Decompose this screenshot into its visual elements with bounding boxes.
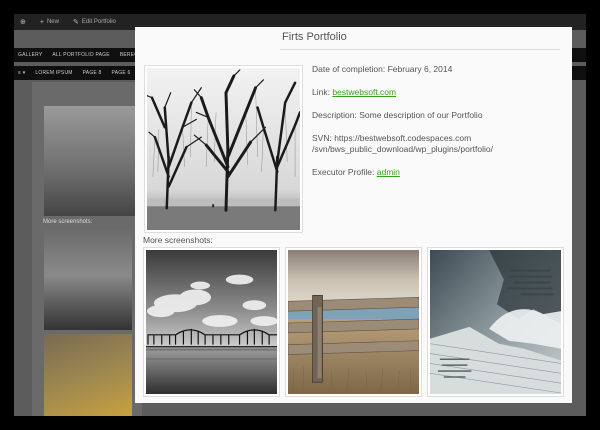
edit-portfolio-button[interactable]: ✎ Edit Portfolio: [73, 18, 116, 26]
screenshot-thumb-fence[interactable]: [285, 247, 422, 397]
portfolio-main-image[interactable]: [144, 65, 303, 233]
portfolio-description: Description: Some description of our Por…: [312, 110, 483, 120]
portfolio-details: Date of completion: February 6, 2014 Lin…: [312, 64, 562, 190]
screenshots-label: More screenshots:: [143, 235, 213, 245]
nav-item[interactable]: LOREM IPSUM: [35, 70, 72, 76]
screenshot-thumb-bridge[interactable]: [143, 247, 280, 397]
portfolio-lightbox: Firts Portfolio Date of completion: Febr…: [135, 27, 572, 403]
svn-info: SVN: https://bestwebsoft.codespaces.com /…: [312, 133, 493, 154]
edit-icon: ✎: [72, 19, 79, 26]
portfolio-link-row: Link: bestwebsoft.com: [312, 87, 397, 97]
nav-item[interactable]: GALLERY: [18, 52, 42, 58]
nav-toggle[interactable]: ≡ ▾: [18, 70, 25, 76]
executor-link[interactable]: admin: [377, 167, 400, 177]
admin-menu-icon[interactable]: ⊕: [20, 18, 26, 26]
nav-item[interactable]: PAGE 8: [83, 70, 102, 76]
completion-date: Date of completion: February 6, 2014: [312, 64, 453, 74]
plus-icon: +: [39, 18, 44, 26]
new-button[interactable]: + New: [40, 19, 59, 26]
background-screenshots-label: More screenshots:: [43, 219, 93, 225]
title-divider: [280, 49, 560, 50]
executor-row: Executor Profile: admin: [312, 167, 400, 177]
background-screenshot-thumb: [44, 230, 132, 330]
nav-item[interactable]: PAGE 6: [112, 70, 131, 76]
background-screenshot-thumb: [44, 334, 132, 416]
portfolio-link[interactable]: bestwebsoft.com: [332, 87, 396, 97]
background-portfolio-image: [44, 106, 138, 216]
screenshot-thumb-paper[interactable]: [427, 247, 564, 397]
portfolio-title: Firts Portfolio: [282, 31, 347, 43]
nav-item[interactable]: ALL PORTFOLIO PAGE: [52, 52, 109, 58]
